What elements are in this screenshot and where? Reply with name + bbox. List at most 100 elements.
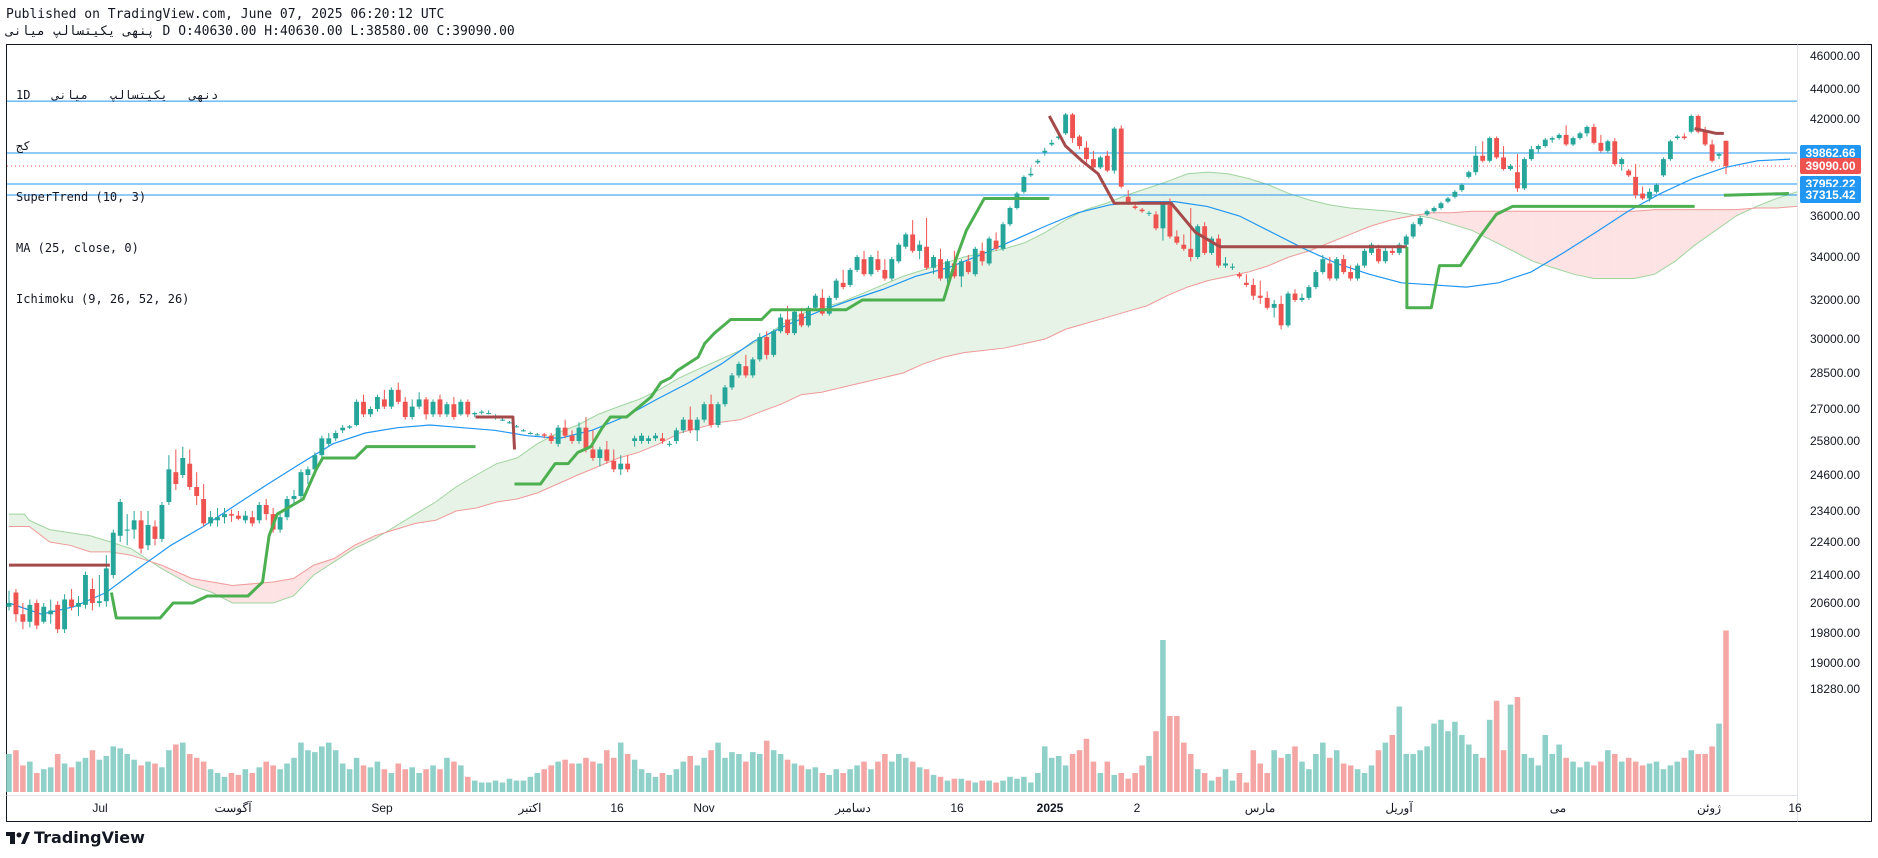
volume-bar [1264,773,1270,792]
volume-bar [1563,757,1569,792]
candle [722,385,728,407]
candle-body [361,401,366,415]
candle [666,441,672,447]
candle-body [1521,159,1527,189]
volume-bar [193,757,200,792]
candle [201,484,207,527]
candle-body [1723,140,1729,166]
chart-svg[interactable]: 46000.00 44000.00 42000.00 39862.6639090.00… [0,0,1878,858]
candle-body [229,514,234,516]
volume-bar [173,744,179,792]
candle-body [298,472,304,496]
candle-body [639,435,645,441]
volume-bar [499,782,506,792]
candle-body [653,435,658,439]
candle-body [889,259,895,279]
volume-bar [916,767,923,792]
legend-ichimoku[interactable]: Ichimoku (9, 26, 52, 26) [16,291,218,308]
candle-body [1661,159,1666,176]
candle-body [1542,139,1548,147]
supertrend-dn-segment [475,415,517,450]
candle [395,382,401,405]
candle-body [242,515,248,521]
time-tick-label: اکتبر [518,801,542,815]
time-tick-label: 16 [950,801,964,815]
candle-body [1563,134,1569,145]
volume-bar [743,761,749,792]
price-tick-label: 27000.00 [1810,402,1860,416]
candle-body [1118,128,1124,187]
volume-bar [68,767,75,792]
volume-bar [1000,780,1006,792]
volume-bar [756,754,763,792]
candle [1466,170,1472,179]
volume-bar [339,763,346,792]
volume-bar [1466,744,1472,792]
volume-bar [722,757,728,792]
volume-bar [1035,773,1041,792]
volume-bar [409,767,415,792]
volume-bar [1611,754,1618,792]
candle-body [847,269,853,285]
candle [938,248,943,281]
candle [986,236,992,266]
volume-bar [882,754,888,792]
candle-body [41,606,47,622]
candle [333,430,339,441]
volume-bar [367,767,374,792]
candle [215,508,220,527]
candle [1598,134,1604,153]
candle-body [34,603,40,626]
candle-body [917,244,923,251]
volume-bar [1083,738,1090,792]
volume-bar [1382,742,1389,792]
volume-bar [471,780,478,792]
volume-bar [1278,757,1284,792]
volume-bar [680,761,687,792]
volume-bar [319,746,325,792]
price-tick-label: 21400.00 [1810,568,1860,582]
price-tick-label: 32000.00 [1810,293,1860,307]
volume-bar [1250,750,1257,792]
volume-bar [701,757,707,792]
candle-body [1070,114,1075,139]
legend-ma[interactable]: MA (25, close, 0) [16,240,218,257]
candle-body [1466,172,1472,177]
volume-bar [638,769,645,792]
candle-body [562,427,568,436]
volume-bar [54,754,61,792]
candle [166,455,172,505]
candle [1355,263,1361,281]
candle-body [896,244,902,262]
candle-body [1090,159,1096,168]
candle-body [1153,214,1159,229]
candle-body [1459,184,1465,191]
candle-body [409,406,415,417]
volume-bar [360,765,367,792]
candle-body [576,427,582,441]
volume-bar [1208,780,1215,792]
volume-bar [1688,750,1695,792]
volume-bar [402,769,409,792]
cloud-segment [9,514,25,527]
candle-body [305,469,311,475]
volume-bar [1396,706,1403,792]
candle [562,419,568,439]
tradingview-brand[interactable]: TradingView [6,828,145,847]
candle-body [590,449,596,458]
volume-bar [1438,719,1444,792]
candle-body [833,280,839,298]
candle-body [958,261,964,277]
candle-body [381,399,387,407]
candle [917,240,923,260]
candle [1021,175,1027,194]
candle-body [89,589,95,603]
volume-bar [485,782,492,792]
tradingview-logo-icon [6,831,30,844]
volume-bar [1347,765,1354,792]
candle-body [1487,138,1493,161]
candle-body [1438,203,1444,209]
volume-bar [784,759,791,792]
volume-bar [1090,761,1097,792]
legend-supertrend[interactable]: SuperTrend (10, 3) [16,189,218,206]
